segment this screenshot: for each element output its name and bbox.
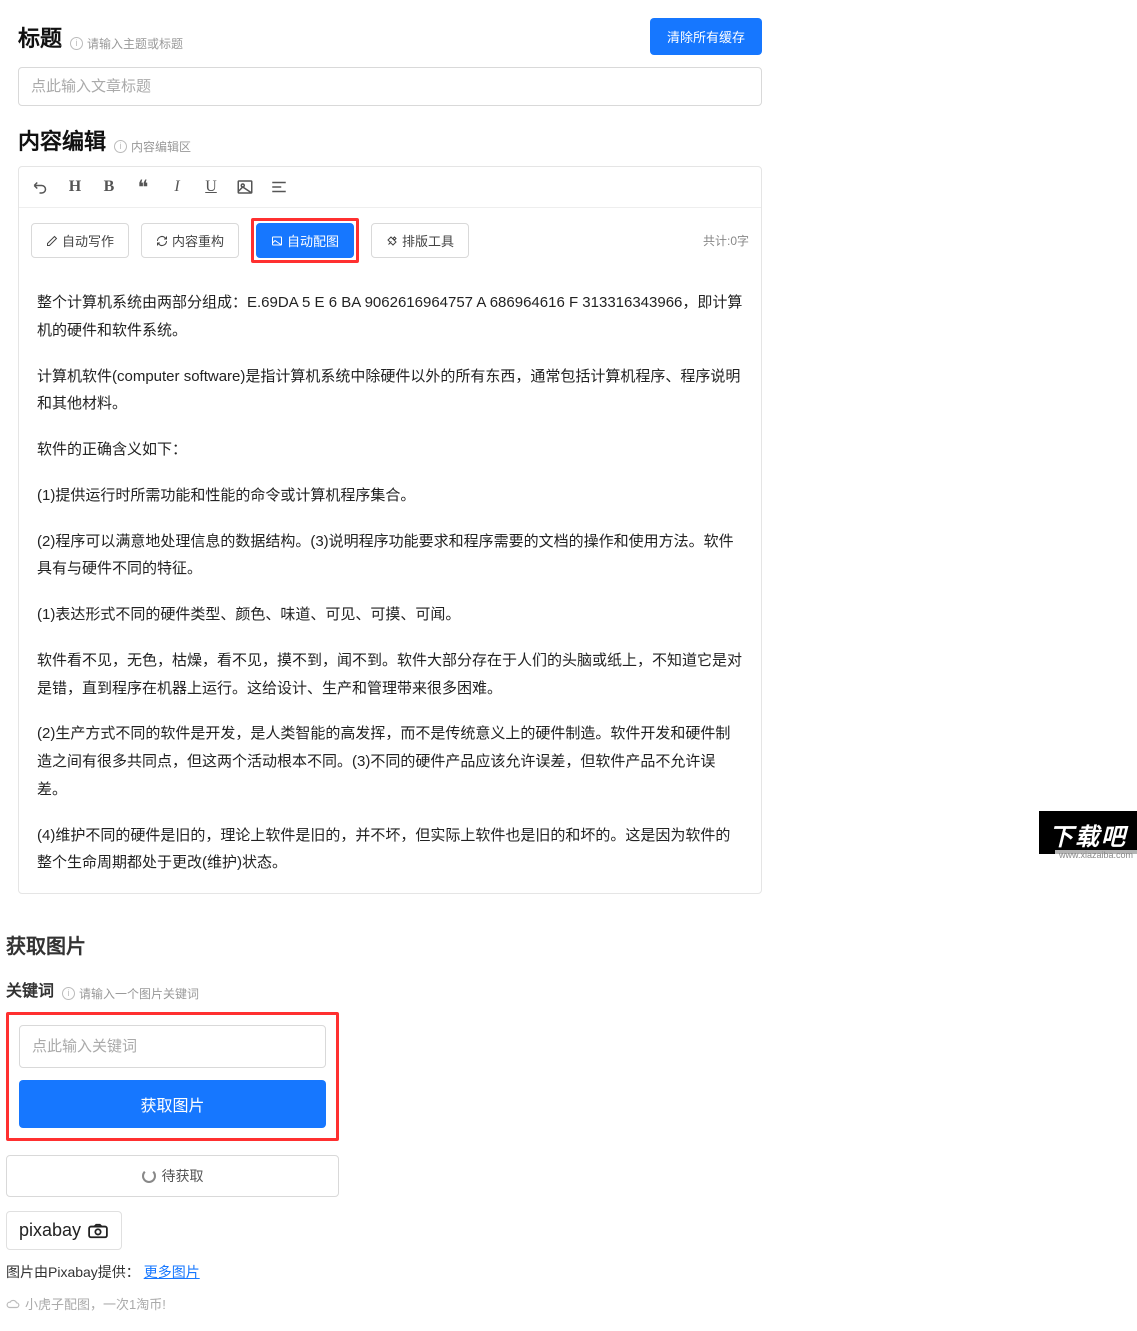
underline-icon[interactable]: U	[201, 177, 221, 197]
tools-icon	[386, 235, 398, 247]
format-toolbar: H B ❝ I U	[19, 167, 761, 208]
content-hint-text: 内容编辑区	[131, 138, 191, 155]
sidebar-title: 获取图片	[6, 930, 339, 959]
paragraph: 整个计算机系统由两部分组成：E.69DA 5 E 6 BA 9062616964…	[37, 289, 743, 345]
italic-icon[interactable]: I	[167, 177, 187, 197]
paragraph: 软件的正确含义如下：	[37, 436, 743, 464]
fetch-image-button[interactable]: 获取图片	[19, 1080, 326, 1128]
clear-cache-button[interactable]: 清除所有缓存	[650, 18, 762, 55]
provider-line: 图片由Pixabay提供： 更多图片	[6, 1262, 339, 1282]
keyword-hint-text: 请输入一个图片关键词	[79, 985, 199, 1002]
pixabay-badge: pixabay	[6, 1211, 122, 1250]
auto-image-button[interactable]: 自动配图	[256, 223, 354, 258]
bold-icon[interactable]: B	[99, 177, 119, 197]
picture-icon	[271, 235, 283, 247]
provider-text: 图片由Pixabay提供：	[6, 1264, 140, 1280]
heading-icon[interactable]: H	[65, 177, 85, 197]
title-section-header: 标题 i 请输入主题或标题 清除所有缓存	[18, 18, 762, 55]
image-icon[interactable]	[235, 177, 255, 197]
watermark: 下载吧	[1039, 811, 1137, 854]
action-toolbar: 自动写作 内容重构 自动配图 排版工具 共计:0字	[19, 208, 761, 273]
cloud-icon	[6, 1297, 20, 1311]
title-label-wrap: 标题 i 请输入主题或标题	[18, 21, 183, 53]
restructure-button[interactable]: 内容重构	[141, 223, 239, 258]
pixabay-label: pixabay	[19, 1220, 81, 1241]
pending-label: 待获取	[162, 1166, 204, 1186]
layout-tool-button[interactable]: 排版工具	[371, 223, 469, 258]
quote-icon[interactable]: ❝	[133, 177, 153, 197]
undo-icon[interactable]	[31, 177, 51, 197]
spinner-icon	[142, 1169, 156, 1183]
pencil-icon	[46, 235, 58, 247]
editor-body[interactable]: 整个计算机系统由两部分组成：E.69DA 5 E 6 BA 9062616964…	[19, 273, 761, 893]
camera-icon	[87, 1223, 109, 1239]
layout-tool-label: 排版工具	[402, 231, 454, 250]
more-images-link[interactable]: 更多图片	[144, 1264, 200, 1280]
paragraph: (4)维护不同的硬件是旧的，理论上软件是旧的，并不坏，但实际上软件也是旧的和坏的…	[37, 822, 743, 878]
article-title-input[interactable]	[18, 67, 762, 106]
content-hint: i 内容编辑区	[114, 138, 191, 155]
highlight-auto-image: 自动配图	[251, 218, 359, 263]
info-icon: i	[114, 140, 127, 153]
footer-note-text: 小虎子配图，一次1淘币!	[25, 1294, 166, 1313]
footer-note: 小虎子配图，一次1淘币!	[6, 1294, 339, 1313]
sidebar: 获取图片 关键词 i 请输入一个图片关键词 获取图片 待获取 pixabay 图…	[0, 912, 357, 1331]
restructure-label: 内容重构	[172, 231, 224, 250]
paragraph: 计算机软件(computer software)是指计算机系统中除硬件以外的所有…	[37, 363, 743, 419]
paragraph: 软件看不见，无色，枯燥，看不见，摸不到，闻不到。软件大部分存在于人们的头脑或纸上…	[37, 647, 743, 703]
title-hint: i 请输入主题或标题	[70, 35, 183, 52]
paragraph: (2)生产方式不同的软件是开发，是人类智能的高发挥，而不是传统意义上的硬件制造。…	[37, 720, 743, 803]
title-section-label: 标题	[18, 21, 62, 53]
content-section-header: 内容编辑 i 内容编辑区	[18, 124, 762, 156]
auto-image-label: 自动配图	[287, 231, 339, 250]
keyword-hint: i 请输入一个图片关键词	[62, 985, 199, 1002]
align-left-icon[interactable]	[269, 177, 289, 197]
word-count: 共计:0字	[703, 232, 749, 249]
editor-container: H B ❝ I U 自动写作 内容重构 自动配图	[18, 166, 762, 894]
refresh-icon	[156, 235, 168, 247]
info-icon: i	[62, 987, 75, 1000]
keyword-label: 关键词	[6, 977, 54, 1001]
paragraph: (2)程序可以满意地处理信息的数据结构。(3)说明程序功能要求和程序需要的文档的…	[37, 528, 743, 584]
info-icon: i	[70, 37, 83, 50]
title-hint-text: 请输入主题或标题	[87, 35, 183, 52]
keyword-input[interactable]	[19, 1025, 326, 1068]
main-column: 标题 i 请输入主题或标题 清除所有缓存 内容编辑 i 内容编辑区 H B ❝ …	[0, 0, 780, 912]
auto-write-label: 自动写作	[62, 231, 114, 250]
content-section-label: 内容编辑	[18, 124, 106, 156]
keyword-label-row: 关键词 i 请输入一个图片关键词	[6, 977, 339, 1002]
paragraph: (1)提供运行时所需功能和性能的命令或计算机程序集合。	[37, 482, 743, 510]
auto-write-button[interactable]: 自动写作	[31, 223, 129, 258]
highlight-keyword-panel: 获取图片	[6, 1012, 339, 1141]
paragraph: (1)表达形式不同的硬件类型、颜色、味道、可见、可摸、可闻。	[37, 601, 743, 629]
watermark-url: www.xiazaiba.com	[1055, 850, 1137, 860]
pending-button[interactable]: 待获取	[6, 1155, 339, 1197]
